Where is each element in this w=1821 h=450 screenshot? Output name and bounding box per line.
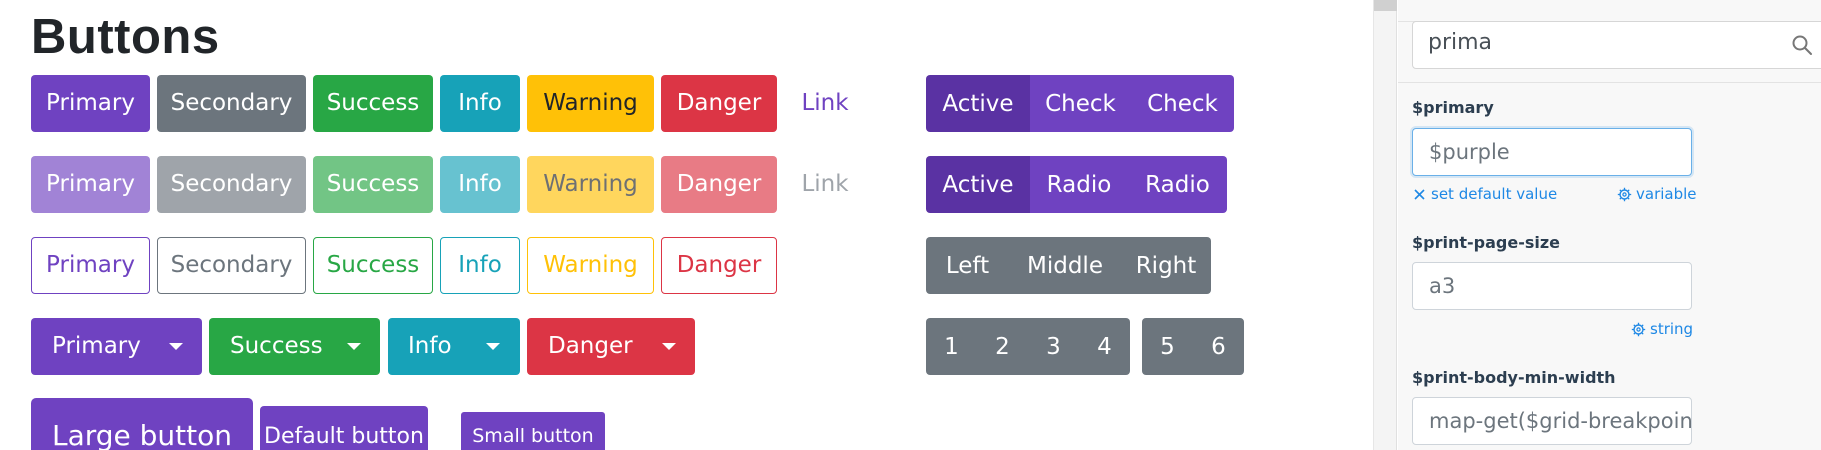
secondary-button[interactable]: Secondary: [157, 75, 306, 132]
close-icon: [1414, 188, 1425, 200]
variable-name-print-page-size: $print-page-size: [1412, 233, 1561, 252]
danger-outline-button[interactable]: Danger: [661, 237, 777, 294]
primary-button[interactable]: Primary: [31, 75, 150, 132]
variable-type-link[interactable]: variable: [1617, 185, 1697, 203]
panel-scrollbar-thumb[interactable]: [1374, 0, 1397, 11]
pager-button-6[interactable]: 6: [1193, 318, 1244, 375]
info-dropdown-button[interactable]: Info: [388, 318, 520, 375]
string-type-label: string: [1650, 320, 1694, 338]
variable-value-print-body-min-width[interactable]: map-get($grid-breakpoin: [1412, 397, 1692, 445]
success-outline-button[interactable]: Success: [313, 237, 433, 294]
primary-button-disabled: Primary: [31, 156, 150, 213]
pager-button-2[interactable]: 2: [977, 318, 1028, 375]
group-middle-button[interactable]: Middle: [1009, 237, 1121, 294]
pager-button-1[interactable]: 1: [926, 318, 977, 375]
primary-outline-button[interactable]: Primary: [31, 237, 150, 294]
success-dropdown-button[interactable]: Success: [209, 318, 380, 375]
panel-separator: [1398, 82, 1821, 83]
panel-header-strip: [1398, 0, 1821, 22]
caret-down-icon: [347, 343, 361, 350]
variable-search-value: prima: [1428, 30, 1493, 55]
success-button-disabled: Success: [313, 156, 433, 213]
caret-down-icon: [662, 343, 676, 350]
warning-button-disabled: Warning: [527, 156, 654, 213]
group-radio-2[interactable]: Radio: [1128, 156, 1227, 213]
group-check-1[interactable]: Check: [1030, 75, 1131, 132]
group-radio-1[interactable]: Radio: [1030, 156, 1128, 213]
caret-down-icon: [169, 343, 183, 350]
danger-button-disabled: Danger: [661, 156, 777, 213]
secondary-button-disabled: Secondary: [157, 156, 306, 213]
success-button[interactable]: Success: [313, 75, 433, 132]
set-default-value-link[interactable]: set default value: [1412, 185, 1557, 203]
set-default-value-label: set default value: [1431, 185, 1558, 203]
primary-dropdown-label: Primary: [52, 333, 141, 359]
info-outline-button[interactable]: Info: [440, 237, 520, 294]
checkbox-button-group: Active Check Check: [926, 75, 1234, 132]
primary-dropdown-button[interactable]: Primary: [31, 318, 202, 375]
gear-icon: [1631, 322, 1646, 336]
group-check-2[interactable]: Check: [1131, 75, 1234, 132]
pager-group-b: 5 6: [1142, 318, 1244, 375]
warning-outline-button[interactable]: Warning: [527, 237, 654, 294]
variable-name-primary: $primary: [1412, 98, 1494, 117]
danger-dropdown-label: Danger: [548, 333, 633, 359]
info-dropdown-label: Info: [408, 333, 452, 359]
pager-group-a: 1 2 3 4: [926, 318, 1130, 375]
info-button-disabled: Info: [440, 156, 520, 213]
group-check-active[interactable]: Active: [926, 75, 1030, 132]
danger-button[interactable]: Danger: [661, 75, 777, 132]
group-left-button[interactable]: Left: [926, 237, 1009, 294]
radio-button-group: Active Radio Radio: [926, 156, 1227, 213]
info-button[interactable]: Info: [440, 75, 520, 132]
panel-scrollbar[interactable]: [1374, 0, 1397, 450]
link-button-disabled: Link: [801, 171, 849, 197]
string-type-link[interactable]: string: [1631, 320, 1693, 338]
secondary-outline-button[interactable]: Secondary: [157, 237, 306, 294]
search-icon[interactable]: [1791, 34, 1813, 56]
pager-button-4[interactable]: 4: [1079, 318, 1130, 375]
page-title: Buttons: [31, 10, 220, 64]
variable-type-label: variable: [1636, 185, 1697, 203]
variable-name-print-body-min-width: $print-body-min-width: [1412, 368, 1616, 387]
position-button-group: Left Middle Right: [926, 237, 1211, 294]
default-button[interactable]: Default button: [260, 406, 428, 450]
warning-button[interactable]: Warning: [527, 75, 654, 132]
variable-value-print-page-size[interactable]: a3: [1412, 262, 1692, 310]
link-button[interactable]: Link: [784, 75, 866, 132]
pager-button-3[interactable]: 3: [1028, 318, 1079, 375]
variable-value-primary[interactable]: $purple: [1412, 128, 1692, 176]
success-dropdown-label: Success: [230, 333, 323, 359]
small-button[interactable]: Small button: [461, 412, 605, 450]
group-radio-active[interactable]: Active: [926, 156, 1030, 213]
large-button[interactable]: Large button: [31, 398, 253, 450]
group-right-button[interactable]: Right: [1121, 237, 1211, 294]
caret-down-icon: [486, 343, 500, 350]
pager-button-5[interactable]: 5: [1142, 318, 1193, 375]
danger-dropdown-button[interactable]: Danger: [527, 318, 695, 375]
gear-icon: [1617, 187, 1632, 201]
